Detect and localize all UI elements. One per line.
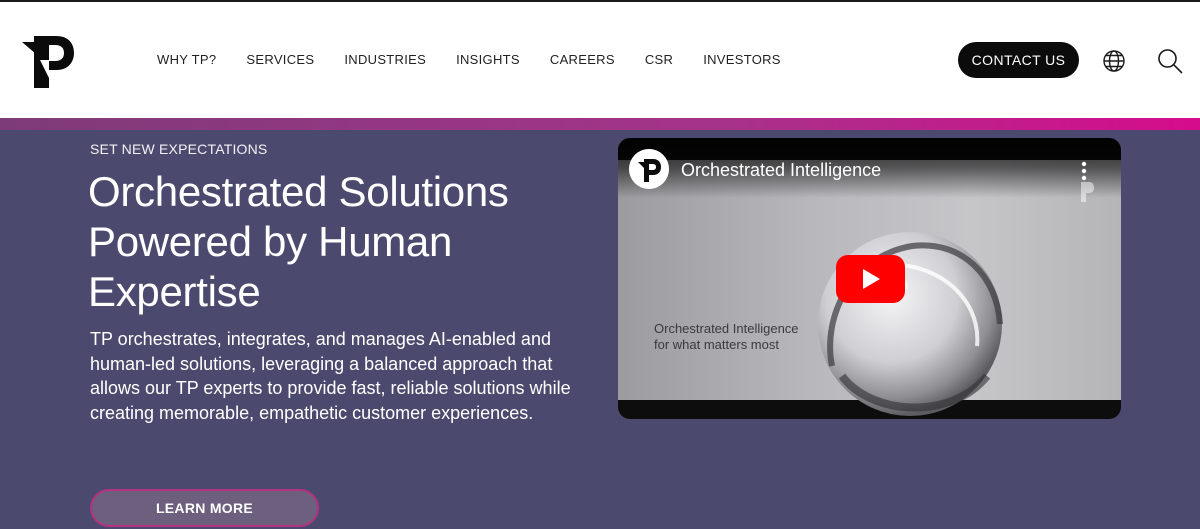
learn-more-button[interactable]: LEARN MORE [90,489,319,527]
hero-headline: Orchestrated Solutions Powered by Human … [88,167,568,317]
headline-line: Powered by Human [88,218,453,265]
channel-avatar[interactable] [629,149,669,189]
tp-logo[interactable] [20,32,76,90]
nav-industries[interactable]: INDUSTRIES [344,52,426,67]
hero-eyebrow: SET NEW EXPECTATIONS [90,141,268,157]
nav-csr[interactable]: CSR [645,52,673,67]
hero-description: TP orchestrates, integrates, and manages… [90,329,571,423]
video-caption-line: for what matters most [654,337,779,352]
video-caption: Orchestrated Intelligence for what matte… [654,321,799,353]
nav-services[interactable]: SERVICES [246,52,314,67]
headline-line: Expertise [88,268,261,315]
contact-us-button[interactable]: CONTACT US [958,42,1079,78]
nav-why-tp[interactable]: WHY TP? [157,52,216,67]
nav-investors[interactable]: INVESTORS [703,52,781,67]
more-options-icon[interactable] [1080,160,1088,182]
nav-careers[interactable]: CAREERS [550,52,615,67]
main-nav: WHY TP? SERVICES INDUSTRIES INSIGHTS CAR… [157,52,781,67]
play-icon [862,269,880,289]
video-title[interactable]: Orchestrated Intelligence [681,160,881,181]
tp-watermark-icon [1081,182,1094,202]
globe-icon[interactable] [1102,49,1126,73]
video-caption-line: Orchestrated Intelligence [654,321,799,336]
play-button[interactable] [836,255,905,303]
search-icon[interactable] [1157,48,1183,74]
accent-gradient-bar [0,118,1200,130]
site-header: WHY TP? SERVICES INDUSTRIES INSIGHTS CAR… [0,2,1200,118]
hero-section: SET NEW EXPECTATIONS Orchestrated Soluti… [0,130,1200,529]
headline-line: Orchestrated Solutions [88,168,509,215]
nav-insights[interactable]: INSIGHTS [456,52,520,67]
video-player[interactable]: Orchestrated Intelligence for what matte… [618,138,1121,419]
glass-orb-graphic [818,232,1003,416]
